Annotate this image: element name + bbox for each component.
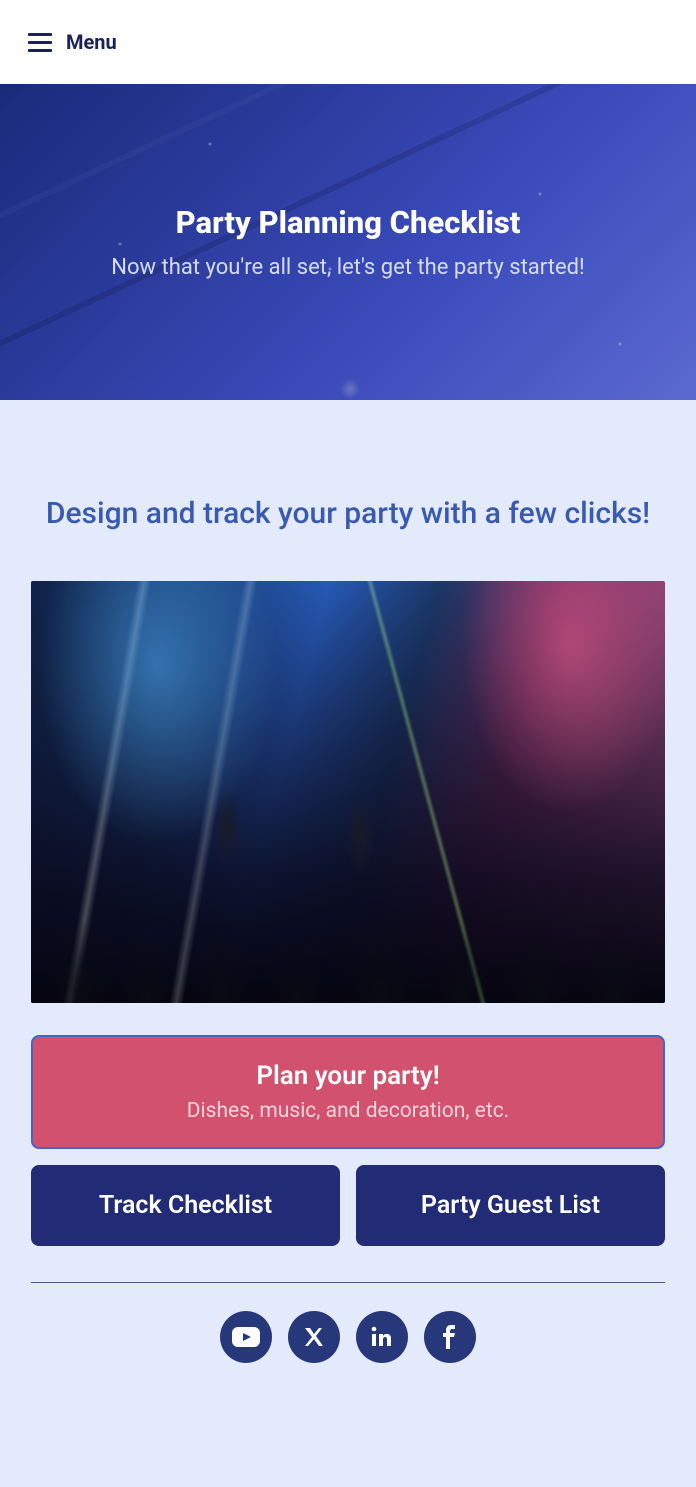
facebook-icon[interactable] xyxy=(424,1311,476,1363)
social-links xyxy=(31,1311,665,1363)
plan-party-title: Plan your party! xyxy=(53,1061,643,1091)
menu-label[interactable]: Menu xyxy=(66,30,117,54)
header: Menu xyxy=(0,0,696,84)
main-content: Design and track your party with a few c… xyxy=(0,400,696,1393)
hamburger-menu-icon[interactable] xyxy=(28,33,52,52)
linkedin-icon[interactable] xyxy=(356,1311,408,1363)
plan-party-button[interactable]: Plan your party! Dishes, music, and deco… xyxy=(31,1035,665,1149)
divider xyxy=(31,1282,665,1283)
x-icon[interactable] xyxy=(288,1311,340,1363)
party-guest-list-button[interactable]: Party Guest List xyxy=(356,1165,665,1246)
hero-banner: Party Planning Checklist Now that you're… xyxy=(0,84,696,400)
secondary-cta-row: Track Checklist Party Guest List xyxy=(31,1165,665,1246)
hero-title: Party Planning Checklist xyxy=(176,204,521,241)
section-title: Design and track your party with a few c… xyxy=(31,496,665,531)
hero-subtitle: Now that you're all set, let's get the p… xyxy=(111,255,584,280)
party-photo xyxy=(31,581,665,1003)
plan-party-subtitle: Dishes, music, and decoration, etc. xyxy=(53,1099,643,1123)
youtube-icon[interactable] xyxy=(220,1311,272,1363)
track-checklist-button[interactable]: Track Checklist xyxy=(31,1165,340,1246)
